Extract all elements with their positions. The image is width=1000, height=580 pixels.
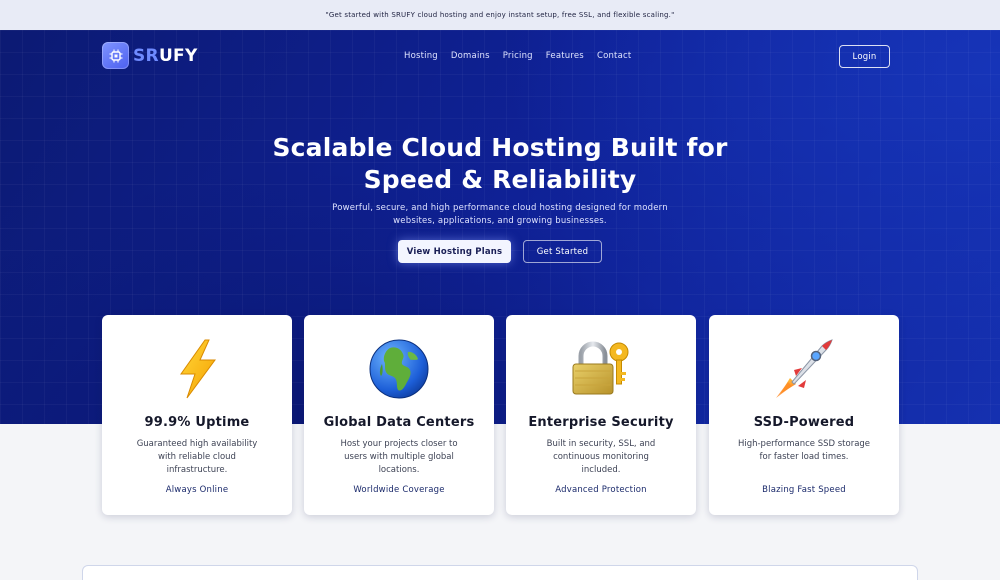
- announcement-bar: "Get started with SRUFY cloud hosting an…: [0, 0, 1000, 30]
- feature-tag: Always Online: [165, 485, 229, 495]
- brand-name-suffix: UFY: [158, 45, 198, 66]
- globe-icon: [304, 337, 494, 401]
- nav-link-pricing[interactable]: Pricing: [503, 51, 533, 61]
- hero-subtitle: Powerful, secure, and high performance c…: [320, 202, 680, 228]
- chip-icon: [102, 42, 129, 69]
- rocket-icon: [709, 337, 899, 401]
- top-navigation: SRUFY Hosting Domains Pricing Features C…: [0, 30, 1000, 84]
- next-section-panel: [82, 565, 918, 580]
- feature-tag: Worldwide Coverage: [353, 485, 445, 495]
- feature-description: Guaranteed high availability with reliab…: [136, 439, 258, 475]
- feature-card-ssd: SSD-Powered High-performance SSD storage…: [709, 315, 899, 515]
- feature-tag: Blazing Fast Speed: [762, 485, 846, 495]
- feature-tag: Advanced Protection: [555, 485, 647, 495]
- lock-key-icon: [506, 337, 696, 401]
- announcement-text: "Get started with SRUFY cloud hosting an…: [325, 11, 675, 19]
- feature-title: 99.9% Uptime: [144, 415, 250, 430]
- hero-subtitle-line-1: Powerful, secure, and high performance c…: [332, 203, 668, 213]
- view-hosting-plans-button[interactable]: View Hosting Plans: [398, 240, 511, 263]
- feature-title: Enterprise Security: [528, 415, 674, 430]
- lightning-icon: [102, 337, 292, 401]
- main-menu: Hosting Domains Pricing Features Contact: [404, 51, 644, 61]
- feature-title: SSD-Powered: [753, 415, 855, 430]
- feature-description: High-performance SSD storage for faster …: [737, 439, 871, 462]
- nav-link-domains[interactable]: Domains: [451, 51, 490, 61]
- feature-card-uptime: 99.9% Uptime Guaranteed high availabilit…: [102, 315, 292, 515]
- nav-link-hosting[interactable]: Hosting: [404, 51, 438, 61]
- login-button[interactable]: Login: [839, 45, 890, 68]
- feature-description: Host your projects closer to users with …: [340, 439, 458, 475]
- hero-title-line-1: Scalable Cloud Hosting Built for: [272, 133, 728, 162]
- hero-title: Scalable Cloud Hosting Built for Speed &…: [200, 132, 800, 196]
- nav-link-contact[interactable]: Contact: [597, 51, 631, 61]
- feature-card-global: Global Data Centers Host your projects c…: [304, 315, 494, 515]
- hero-title-line-2: Speed & Reliability: [363, 165, 637, 194]
- brand-logo[interactable]: SRUFY: [102, 42, 198, 69]
- hero-subtitle-line-2: websites, applications, and growing busi…: [393, 216, 607, 226]
- nav-link-features[interactable]: Features: [546, 51, 584, 61]
- brand-name: SRUFY: [133, 46, 198, 66]
- get-started-button[interactable]: Get Started: [523, 240, 602, 263]
- brand-name-prefix: SR: [133, 45, 159, 66]
- feature-title: Global Data Centers: [323, 415, 475, 430]
- feature-description: Built in security, SSL, and continuous m…: [546, 439, 656, 475]
- feature-card-security: Enterprise Security Built in security, S…: [506, 315, 696, 515]
